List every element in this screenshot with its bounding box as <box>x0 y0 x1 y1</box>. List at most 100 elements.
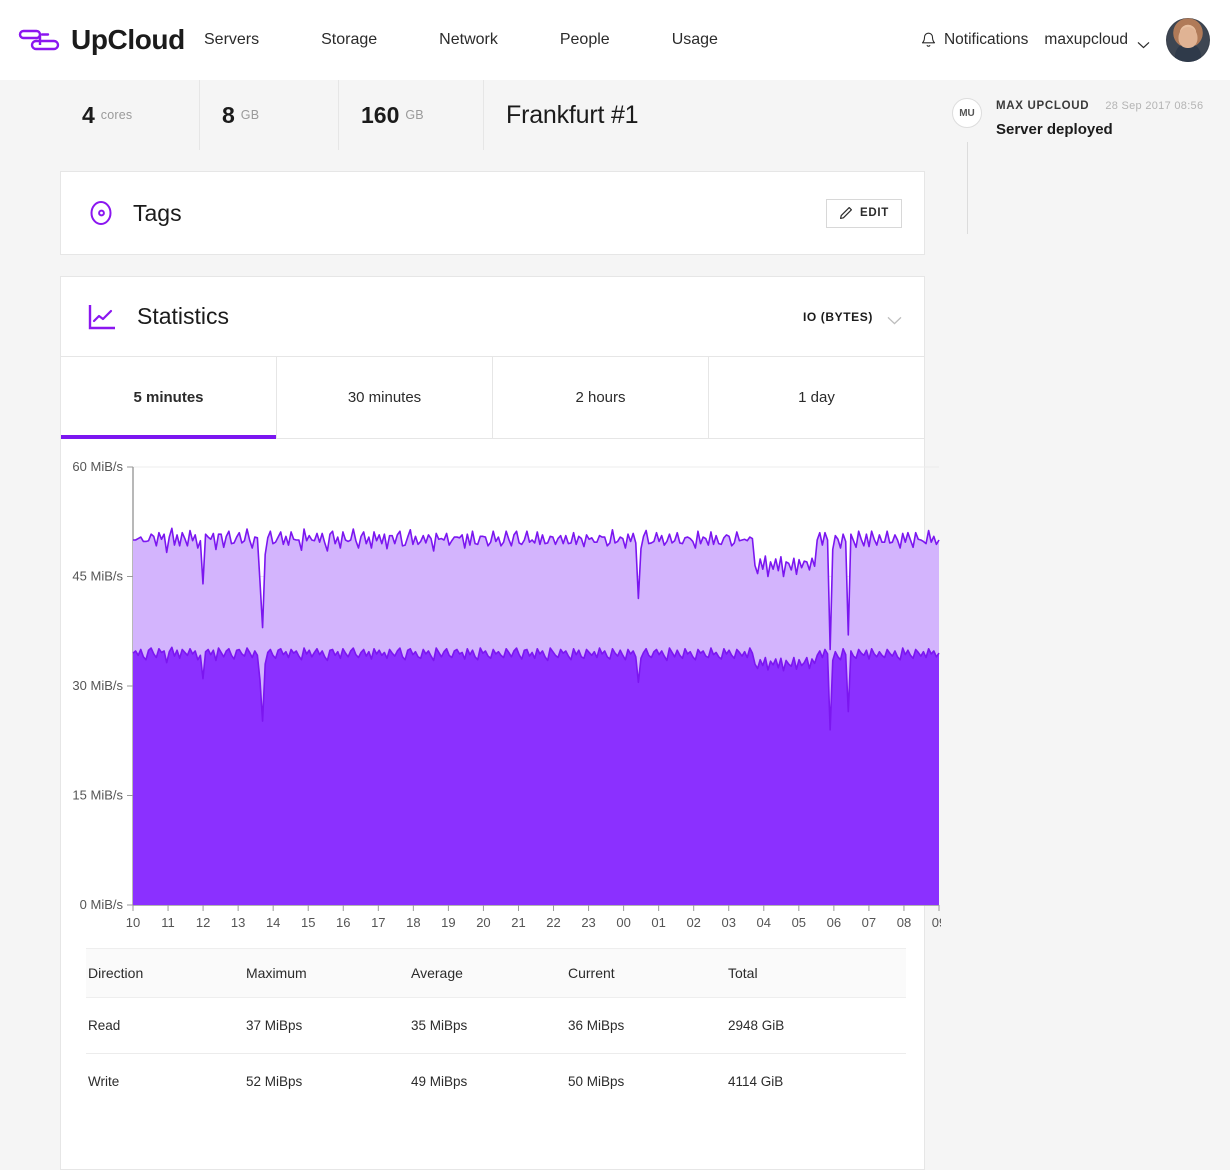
cell-current: 50 MiBps <box>568 1074 625 1089</box>
nav-item-network[interactable]: Network <box>439 21 498 59</box>
svg-text:17: 17 <box>371 915 385 930</box>
svg-text:00: 00 <box>616 915 630 930</box>
line-chart-icon <box>87 303 117 331</box>
tab-5-minutes[interactable]: 5 minutes <box>61 357 277 439</box>
activity-body: MAX UPCLOUD 28 Sep 2017 08:56 Server dep… <box>996 98 1203 138</box>
notifications-label: Notifications <box>943 31 1029 48</box>
svg-text:09: 09 <box>932 915 941 930</box>
spec-storage: 160 GB <box>339 80 484 150</box>
cell-current: 36 MiBps <box>568 997 728 1054</box>
table-row: Write 52 MiBps 49 MiBps 50 MiBps 4114 Gi… <box>86 1054 906 1110</box>
spec-memory-unit: GB <box>240 108 260 122</box>
page-title: Frankfurt #1 <box>506 100 639 129</box>
tag-icon <box>87 199 115 227</box>
spec-memory: 8 GB <box>200 80 339 150</box>
cell-direction: Read <box>86 997 246 1054</box>
svg-text:60 MiB/s: 60 MiB/s <box>72 459 123 474</box>
svg-text:15 MiB/s: 15 MiB/s <box>72 788 123 803</box>
cell-average: 35 MiBps <box>411 997 568 1054</box>
svg-text:18: 18 <box>406 915 420 930</box>
main-column: 4 cores 8 GB 160 GB Frankfurt #1 Tags ED… <box>0 80 946 1170</box>
table-header-row: Direction Maximum Average Current Total <box>86 948 906 998</box>
activity-text: Server deployed <box>996 121 1113 138</box>
col-header-maximum: Maximum <box>246 948 411 998</box>
svg-text:22: 22 <box>546 915 560 930</box>
activity-sidebar: MU MAX UPCLOUD 28 Sep 2017 08:56 Server … <box>925 80 1230 234</box>
tab-30-minutes[interactable]: 30 minutes <box>277 357 493 438</box>
svg-text:06: 06 <box>827 915 841 930</box>
svg-text:16: 16 <box>336 915 350 930</box>
nav-item-servers[interactable]: Servers <box>204 21 259 59</box>
activity-timestamp: 28 Sep 2017 08:56 <box>1105 100 1204 112</box>
statistics-table-wrap: Direction Maximum Average Current Total … <box>61 948 924 1169</box>
svg-text:0 MiB/s: 0 MiB/s <box>80 897 124 912</box>
col-header-direction: Direction <box>86 948 246 998</box>
brand-name: UpCloud <box>71 24 185 55</box>
svg-text:10: 10 <box>126 915 140 930</box>
io-statistics-table: Direction Maximum Average Current Total … <box>86 948 906 1109</box>
spec-storage-value: 160 <box>361 101 400 128</box>
tab-2-hours[interactable]: 2 hours <box>493 357 709 438</box>
notifications-button[interactable]: Notifications <box>921 31 1028 49</box>
page-body: 4 cores 8 GB 160 GB Frankfurt #1 Tags ED… <box>0 80 1230 1170</box>
spec-memory-value: 8 <box>222 101 235 128</box>
svg-text:19: 19 <box>441 915 455 930</box>
col-header-current: Current <box>568 948 728 998</box>
nav-item-usage[interactable]: Usage <box>672 21 718 59</box>
pencil-icon <box>839 206 853 220</box>
cell-average: 49 MiBps <box>411 1074 468 1089</box>
statistics-title: Statistics <box>137 303 230 329</box>
bell-icon <box>921 32 936 49</box>
chevron-down-icon <box>887 312 902 325</box>
nav-item-people[interactable]: People <box>560 21 610 59</box>
statistics-header: Statistics IO (BYTES) <box>61 277 924 357</box>
chevron-down-icon <box>1137 36 1150 49</box>
server-spec-strip: 4 cores 8 GB 160 GB Frankfurt #1 <box>60 80 925 150</box>
spec-cores-value: 4 <box>82 101 95 128</box>
spec-storage-unit: GB <box>405 108 424 122</box>
svg-text:13: 13 <box>231 915 245 930</box>
cell-direction: Write <box>88 1074 120 1089</box>
table-head: Direction Maximum Average Current Total <box>86 948 906 998</box>
table-body: Read 37 MiBps 35 MiBps 36 MiBps 2948 GiB… <box>86 997 906 1110</box>
brand-logo-area[interactable]: UpCloud <box>18 24 190 56</box>
upcloud-logo-icon <box>18 25 62 55</box>
nav-item-storage[interactable]: Storage <box>321 21 377 59</box>
top-right-controls: Notifications maxupcloud <box>921 18 1210 62</box>
server-name-block: Frankfurt #1 <box>484 80 925 150</box>
svg-text:15: 15 <box>301 915 315 930</box>
svg-text:30 MiB/s: 30 MiB/s <box>72 678 123 693</box>
svg-text:07: 07 <box>862 915 876 930</box>
svg-text:23: 23 <box>581 915 595 930</box>
cell-total: 2948 GiB <box>728 997 906 1054</box>
svg-text:01: 01 <box>651 915 665 930</box>
statistics-card: Statistics IO (BYTES) 5 minutes 30 minut… <box>60 276 946 1170</box>
metric-select-dropdown[interactable]: IO (BYTES) <box>803 310 902 325</box>
tags-title: Tags <box>133 199 182 226</box>
top-navigation-bar: UpCloud Servers Storage Network People U… <box>0 0 1230 80</box>
svg-text:05: 05 <box>792 915 806 930</box>
tags-edit-button[interactable]: EDIT <box>826 198 902 228</box>
svg-text:02: 02 <box>686 915 700 930</box>
svg-text:45 MiB/s: 45 MiB/s <box>72 569 123 584</box>
svg-text:03: 03 <box>722 915 736 930</box>
cell-maximum: 52 MiBps <box>246 1074 303 1089</box>
svg-text:12: 12 <box>196 915 210 930</box>
tab-1-day[interactable]: 1 day <box>709 357 924 438</box>
cell-total: 4114 GiB <box>728 1074 784 1089</box>
svg-text:04: 04 <box>757 915 771 930</box>
svg-text:11: 11 <box>161 915 175 930</box>
tags-edit-label: EDIT <box>860 207 889 219</box>
account-menu-button[interactable]: maxupcloud <box>1044 31 1150 49</box>
activity-user: MAX UPCLOUD <box>996 100 1090 112</box>
table-row: Read 37 MiBps 35 MiBps 36 MiBps 2948 GiB <box>86 997 906 1054</box>
svg-text:14: 14 <box>266 915 280 930</box>
activity-entry: MU MAX UPCLOUD 28 Sep 2017 08:56 Server … <box>945 98 1210 234</box>
tags-card: Tags EDIT <box>60 171 925 255</box>
main-nav: Servers Storage Network People Usage <box>190 21 780 59</box>
spec-cores-unit: cores <box>100 108 133 122</box>
cell-maximum: 37 MiBps <box>246 997 411 1054</box>
avatar[interactable] <box>1166 18 1210 62</box>
account-name: maxupcloud <box>1044 31 1128 48</box>
col-header-total: Total <box>728 948 906 998</box>
